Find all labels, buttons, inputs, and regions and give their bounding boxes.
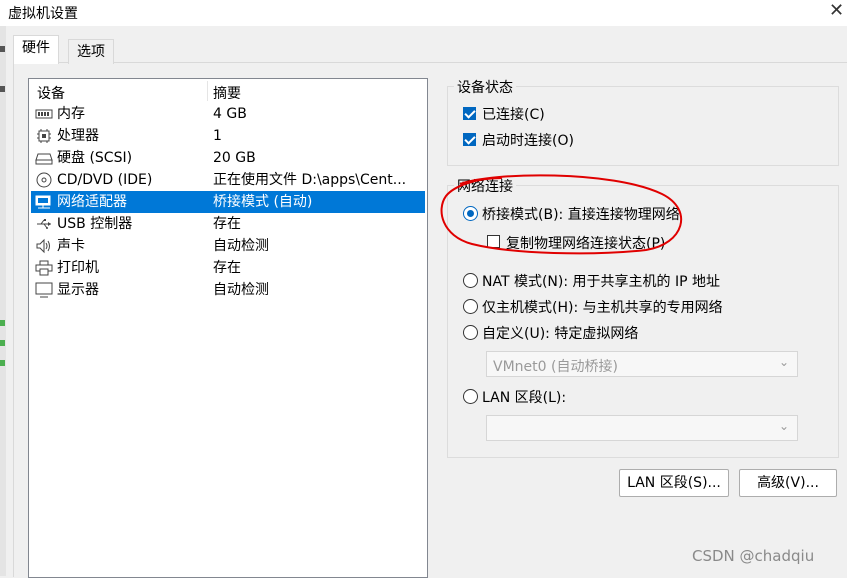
host-only-label[interactable]: 仅主机模式(H): 与主机共享的专用网络 [482,297,723,317]
device-name: 打印机 [57,260,99,276]
device-name: CD/DVD (IDE) [57,172,153,188]
title-bar: 虚拟机设置 ✕ [0,0,847,26]
device-row-processor[interactable]: 处理器 1 [31,125,425,147]
device-row-display[interactable]: 显示器 自动检测 [31,279,425,301]
monitor-icon [35,282,53,298]
connect-at-power-on-label[interactable]: 启动时连接(O) [482,130,574,150]
device-status-group [447,86,839,166]
device-name: 硬盘 (SCSI) [57,150,133,166]
tab-options[interactable]: 选项 [68,39,114,64]
connected-label[interactable]: 已连接(C) [482,104,545,124]
connected-checkbox[interactable] [463,107,476,120]
speaker-icon [36,238,50,254]
printer-icon [35,260,53,276]
device-list[interactable]: 设备 摘要 内存 4 GB 处理器 1 硬盘 (SCSI) 20 GB CD/D… [28,78,428,578]
device-summary: 20 GB [213,150,256,166]
red-annotation-circle [440,174,682,255]
device-row-printer[interactable]: 打印机 存在 [31,257,425,279]
hard-disk-icon [35,153,53,165]
lan-segment-label[interactable]: LAN 区段(L): [482,387,566,407]
connect-at-power-on-checkbox[interactable] [463,133,476,146]
device-summary: 桥接模式 (自动) [213,194,313,210]
device-summary: 1 [213,128,222,144]
device-name: 处理器 [57,128,99,144]
cd-dvd-icon [36,172,52,188]
close-icon[interactable]: ✕ [829,0,844,21]
device-status-title: 设备状态 [454,77,516,97]
device-summary: 4 GB [213,106,247,122]
custom-radio[interactable] [463,325,478,340]
device-name: USB 控制器 [57,216,133,232]
device-summary: 自动检测 [213,238,269,254]
custom-network-select[interactable]: VMnet0 (自动桥接) ⌄ [486,351,798,377]
edge-mark [0,46,5,52]
device-summary: 正在使用文件 D:\apps\Cent... [213,172,407,188]
nat-radio[interactable] [463,273,478,288]
processor-icon [37,129,51,143]
lan-segments-button[interactable]: LAN 区段(S)... [619,469,729,497]
memory-icon [35,109,53,119]
device-row-cd-dvd[interactable]: CD/DVD (IDE) 正在使用文件 D:\apps\Cent... [31,169,425,191]
tab-hardware[interactable]: 硬件 [13,35,59,64]
device-name: 显示器 [57,282,99,298]
column-header-device[interactable]: 设备 [37,83,65,103]
host-only-radio[interactable] [463,299,478,314]
device-summary: 自动检测 [213,282,269,298]
custom-network-select-value: VMnet0 (自动桥接) [493,359,618,375]
device-row-sound-card[interactable]: 声卡 自动检测 [31,235,425,257]
device-name: 内存 [57,106,85,122]
device-row-network-adapter[interactable]: 网络适配器 桥接模式 (自动) [31,191,425,213]
edge-mark [0,360,5,366]
edge-mark [0,320,5,326]
watermark: CSDN @chadqiu [692,547,815,565]
window-title: 虚拟机设置 [8,6,78,22]
network-adapter-icon [35,195,51,209]
edge-mark [0,340,5,346]
column-divider[interactable] [207,81,208,101]
device-summary: 存在 [213,260,241,276]
device-row-usb-controller[interactable]: USB 控制器 存在 [31,213,425,235]
advanced-button[interactable]: 高级(V)... [739,469,837,497]
chevron-down-icon: ⌄ [778,355,789,369]
device-summary: 存在 [213,216,241,232]
device-row-hard-disk[interactable]: 硬盘 (SCSI) 20 GB [31,147,425,169]
lan-segment-select[interactable]: ⌄ [486,415,798,441]
usb-icon [37,219,51,229]
device-row-memory[interactable]: 内存 4 GB [31,103,425,125]
column-header-summary[interactable]: 摘要 [213,83,241,103]
custom-label[interactable]: 自定义(U): 特定虚拟网络 [482,323,638,343]
device-name: 网络适配器 [57,194,127,210]
background-window-edge [0,26,6,576]
device-name: 声卡 [57,238,85,254]
edge-mark [0,86,5,92]
nat-label[interactable]: NAT 模式(N): 用于共享主机的 IP 地址 [482,271,720,291]
chevron-down-icon: ⌄ [778,419,789,433]
lan-segment-radio[interactable] [463,389,478,404]
